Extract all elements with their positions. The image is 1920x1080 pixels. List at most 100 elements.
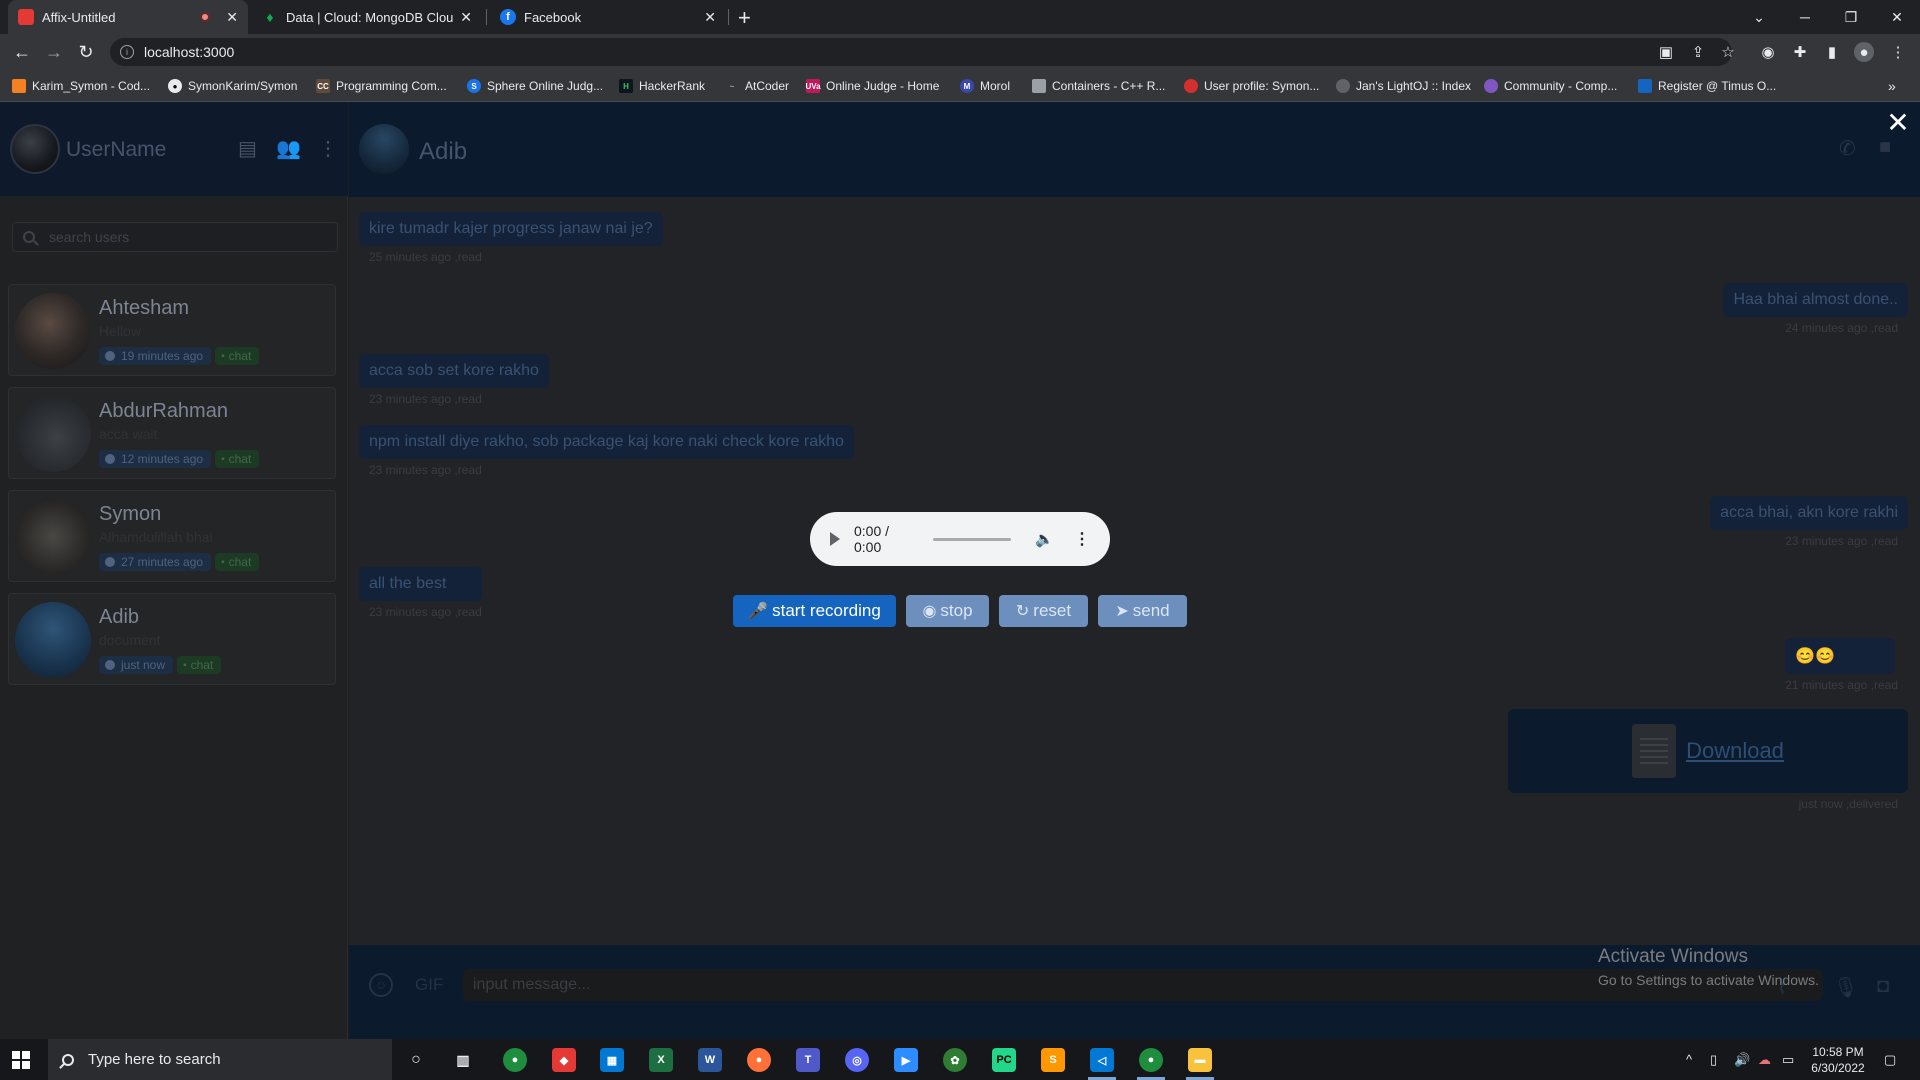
zoom-icon[interactable]: ▶ <box>894 1048 918 1072</box>
taskbar-clock[interactable]: 10:58 PM 6/30/2022 <box>1808 1044 1868 1076</box>
anydesk-icon[interactable]: ◆ <box>552 1048 576 1072</box>
microphone-icon[interactable]: 🎙 <box>1833 975 1858 1000</box>
search-users-input[interactable] <box>49 229 329 245</box>
bookmark-item[interactable]: S Sphere Online Judg... <box>467 77 603 95</box>
play-icon[interactable] <box>830 532 840 546</box>
back-arrow-icon[interactable]: ← <box>10 40 34 64</box>
tab-mongodb[interactable]: ♦ Data | Cloud: MongoDB Cloud ✕ <box>252 0 482 34</box>
download-link[interactable]: Download <box>1686 738 1784 764</box>
bookmark-item[interactable]: CC Programming Com... <box>316 77 447 95</box>
emoji-icon[interactable]: ☺ <box>369 973 393 997</box>
volume-icon[interactable]: 🔈 <box>1035 530 1054 548</box>
tab-search-chevron-icon[interactable]: ⌄ <box>1736 0 1782 34</box>
bookmark-item[interactable]: H HackerRank <box>619 77 705 95</box>
tray-chevron-icon[interactable]: ^ <box>1686 1052 1692 1067</box>
bookmark-item[interactable]: Community - Comp... <box>1484 77 1617 95</box>
file-explorer-icon[interactable]: ▬ <box>1188 1048 1212 1072</box>
sublime-text-icon[interactable]: S <box>1041 1048 1065 1072</box>
more-bookmarks-icon[interactable]: » <box>1888 77 1896 95</box>
notifications-icon[interactable]: ▢ <box>1884 1052 1896 1068</box>
bookmark-item[interactable]: Jan's LightOJ :: Index <box>1336 77 1471 95</box>
excel-icon[interactable]: X <box>649 1048 673 1072</box>
audio-player[interactable]: 0:00 / 0:00 🔈 ⋮ <box>810 512 1110 566</box>
contact-card[interactable]: Ahtesham Hellow 19 minutes ago ▪ chat <box>8 284 336 376</box>
video-call-icon[interactable]: ■ <box>1879 136 1891 159</box>
tab-separator <box>486 9 487 25</box>
tab-facebook[interactable]: f Facebook ✕ <box>490 0 726 34</box>
close-recorder-icon[interactable]: ✕ <box>1886 109 1910 137</box>
chat-contact-avatar[interactable] <box>359 124 409 174</box>
extension-icon[interactable]: ◉ <box>1758 42 1778 62</box>
chats-icon[interactable]: ▤ <box>238 136 257 161</box>
stop-recording-button[interactable]: ◉ stop <box>906 595 989 627</box>
bookmark-item[interactable]: User profile: Symon... <box>1184 77 1319 95</box>
windows-start-icon[interactable] <box>12 1051 30 1069</box>
close-tab-icon[interactable]: ✕ <box>460 9 472 26</box>
chat-badge[interactable]: ▪ chat <box>215 347 260 365</box>
address-bar[interactable]: i localhost:3000 <box>110 38 1732 66</box>
minimize-icon[interactable]: ─ <box>1782 0 1828 34</box>
side-panel-icon[interactable]: ▮ <box>1822 42 1842 62</box>
forward-arrow-icon[interactable]: → <box>42 40 66 64</box>
message-input[interactable] <box>473 976 1773 994</box>
chat-badge[interactable]: ▪ chat <box>215 553 260 571</box>
lightoj-icon <box>1336 79 1350 93</box>
close-window-icon[interactable]: ✕ <box>1874 0 1920 34</box>
send-recording-button[interactable]: ➤ send <box>1098 595 1187 627</box>
browser-menu-icon[interactable]: ⋮ <box>1888 42 1908 62</box>
pycharm-icon[interactable]: PC <box>992 1048 1016 1072</box>
reset-recording-button[interactable]: ↻ reset <box>999 595 1088 627</box>
taskbar-search-box[interactable]: Type here to search <box>48 1039 392 1080</box>
cortana-icon[interactable]: ○ <box>404 1048 428 1072</box>
new-tab-plus-icon[interactable]: + <box>738 5 751 31</box>
camera-icon[interactable]: ◘ <box>1877 975 1889 998</box>
network-tray-icon[interactable]: ▭ <box>1782 1052 1794 1068</box>
tab-affix[interactable]: Affix-Untitled ✕ <box>8 0 248 34</box>
bookmark-star-icon[interactable]: ☆ <box>1718 42 1738 62</box>
close-tab-icon[interactable]: ✕ <box>704 9 716 26</box>
start-recording-button[interactable]: 🎤 start recording <box>733 595 896 627</box>
camera-in-use-icon[interactable]: ▣ <box>1656 42 1676 62</box>
bookmark-item[interactable]: Register @ Timus O... <box>1638 77 1776 95</box>
volume-tray-icon[interactable]: 🔊 <box>1734 1052 1750 1068</box>
audio-options-icon[interactable]: ⋮ <box>1074 529 1090 549</box>
profile-avatar-icon[interactable]: ● <box>1854 42 1874 62</box>
microsoft-store-icon[interactable]: ▦ <box>600 1048 624 1072</box>
sidebar-menu-icon[interactable]: ⋮ <box>318 136 338 161</box>
bookmark-item[interactable]: Karim_Symon - Cod... <box>12 77 150 95</box>
onedrive-error-icon[interactable]: ☁ <box>1758 1052 1771 1068</box>
contact-card[interactable]: Symon Alhamdulillah bhai 27 minutes ago … <box>8 490 336 582</box>
bookmark-item[interactable]: Containers - C++ R... <box>1032 77 1165 95</box>
gif-button[interactable]: GIF <box>415 975 443 995</box>
share-icon[interactable]: ⇪ <box>1688 42 1708 62</box>
extensions-puzzle-icon[interactable]: ✚ <box>1790 42 1810 62</box>
users-icon[interactable]: 👥 <box>276 136 301 161</box>
chat-badge[interactable]: ▪ chat <box>177 656 222 674</box>
network-app-icon[interactable]: ✿ <box>943 1048 967 1072</box>
contact-avatar <box>15 293 91 369</box>
tray-device-icon[interactable]: ▯ <box>1710 1052 1717 1068</box>
restore-icon[interactable]: ❐ <box>1828 0 1874 34</box>
contact-card[interactable]: AbdurRahman acca wait 12 minutes ago ▪ ch… <box>8 387 336 479</box>
word-icon[interactable]: W <box>698 1048 722 1072</box>
chat-badge[interactable]: ▪ chat <box>215 450 260 468</box>
bookmark-item[interactable]: ~ AtCoder <box>725 77 789 95</box>
teams-icon[interactable]: T <box>796 1048 820 1072</box>
bookmark-item[interactable]: UVa Online Judge - Home <box>805 77 939 95</box>
bookmark-item[interactable]: ● SymonKarim/Symon <box>168 77 297 95</box>
reload-icon[interactable]: ↻ <box>74 40 98 64</box>
chrome-icon[interactable]: ● <box>503 1048 527 1072</box>
contact-card[interactable]: Adib document just now ▪ chat <box>8 593 336 685</box>
audio-progress-track[interactable] <box>933 537 1012 541</box>
discord-icon[interactable]: ◎ <box>845 1048 869 1072</box>
document-icon <box>1632 724 1677 778</box>
chrome-active-icon[interactable]: ● <box>1139 1048 1163 1072</box>
vscode-icon[interactable]: ◁ <box>1090 1048 1114 1072</box>
firefox-icon[interactable]: ● <box>747 1048 771 1072</box>
phone-call-icon[interactable]: ✆ <box>1839 136 1856 161</box>
bookmark-item[interactable]: M Morol <box>960 77 1010 95</box>
user-avatar[interactable] <box>10 124 60 174</box>
site-info-icon[interactable]: i <box>120 45 134 59</box>
task-view-icon[interactable]: ▥ <box>451 1048 475 1072</box>
close-tab-icon[interactable]: ✕ <box>226 9 238 26</box>
